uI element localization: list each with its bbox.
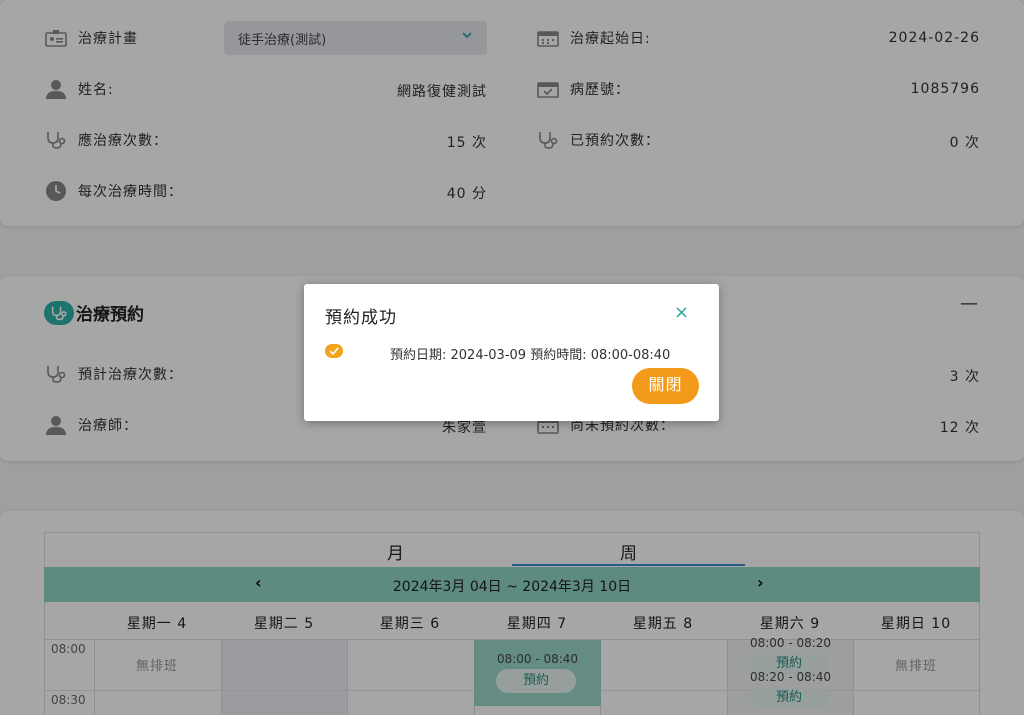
close-dialog-button[interactable]: 關閉 bbox=[632, 368, 699, 404]
close-icon[interactable]: × bbox=[674, 302, 689, 323]
check-icon bbox=[325, 344, 343, 358]
booking-success-dialog: 預約成功 × 預約日期: 2024-03-09 預約時間: 08:00-08:4… bbox=[304, 284, 719, 421]
dialog-title: 預約成功 bbox=[325, 308, 397, 328]
dialog-message: 預約日期: 2024-03-09 預約時間: 08:00-08:40 bbox=[390, 348, 671, 363]
